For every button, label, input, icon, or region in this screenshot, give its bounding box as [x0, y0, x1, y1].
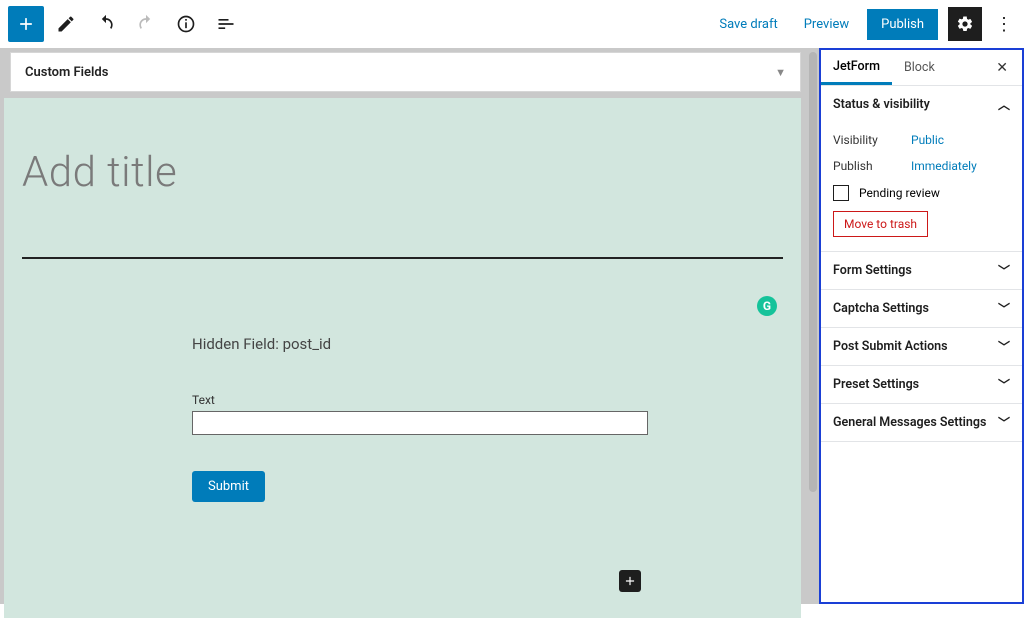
hidden-field-block[interactable]: Hidden Field: post_id [192, 335, 662, 353]
publish-button[interactable]: Publish [867, 9, 938, 40]
add-block-inline-button[interactable] [619, 570, 641, 592]
panel-title: Form Settings [833, 263, 912, 278]
text-field-label: Text [192, 393, 662, 407]
publish-value[interactable]: Immediately [911, 159, 977, 173]
panel-post-submit-actions: Post Submit Actions ﹀ [821, 328, 1022, 366]
custom-fields-bar[interactable]: Custom Fields ▼ [10, 52, 801, 92]
panel-preset-settings: Preset Settings ﹀ [821, 366, 1022, 404]
divider [22, 257, 783, 259]
chevron-down-icon: ﹀ [998, 414, 1010, 431]
visibility-row: Visibility Public [833, 127, 1010, 153]
scrollbar-thumb[interactable] [809, 52, 817, 492]
outline-icon[interactable] [208, 6, 244, 42]
panel-form-settings: Form Settings ﹀ [821, 252, 1022, 290]
info-icon[interactable] [168, 6, 204, 42]
pending-review-label: Pending review [859, 186, 940, 200]
undo-icon[interactable] [88, 6, 124, 42]
scrollbar[interactable] [809, 52, 817, 600]
panel-title: General Messages Settings [833, 415, 986, 430]
tab-jetform[interactable]: JetForm [821, 50, 892, 85]
move-to-trash-button[interactable]: Move to trash [833, 211, 928, 237]
add-block-button[interactable] [8, 6, 44, 42]
panel-title: Preset Settings [833, 377, 919, 392]
title-input[interactable]: Add title [22, 148, 783, 197]
chevron-down-icon: ﹀ [998, 376, 1010, 393]
visibility-label: Visibility [833, 133, 911, 147]
panel-status-visibility-header[interactable]: Status & visibility ︿ [821, 86, 1022, 123]
panel-captcha-settings: Captcha Settings ﹀ [821, 290, 1022, 328]
toolbar-right: Save draft Preview Publish ⋮ [711, 7, 1016, 41]
chevron-down-icon: ﹀ [998, 262, 1010, 279]
redo-icon [128, 6, 164, 42]
panel-title: Status & visibility [833, 97, 930, 112]
chevron-down-icon: ﹀ [998, 338, 1010, 355]
panel-title: Post Submit Actions [833, 339, 948, 354]
publish-row: Publish Immediately [833, 153, 1010, 179]
panel-captcha-settings-header[interactable]: Captcha Settings ﹀ [821, 290, 1022, 327]
publish-label: Publish [833, 159, 911, 173]
save-draft-button[interactable]: Save draft [711, 11, 785, 38]
tab-block[interactable]: Block [892, 50, 947, 85]
chevron-down-icon: ▼ [775, 66, 786, 79]
panel-title: Captcha Settings [833, 301, 929, 316]
text-field-input[interactable] [192, 411, 648, 435]
submit-button[interactable]: Submit [192, 471, 265, 502]
edit-icon[interactable] [48, 6, 84, 42]
chevron-up-icon: ︿ [998, 96, 1010, 113]
pending-review-row: Pending review [833, 179, 1010, 211]
editor-canvas: Add title G Hidden Field: post_id Text S… [4, 98, 801, 618]
close-sidebar-button[interactable]: ✕ [988, 60, 1016, 76]
custom-fields-label: Custom Fields [25, 65, 108, 80]
panel-general-messages-settings-header[interactable]: General Messages Settings ﹀ [821, 404, 1022, 441]
settings-button[interactable] [948, 7, 982, 41]
panel-post-submit-actions-header[interactable]: Post Submit Actions ﹀ [821, 328, 1022, 365]
pending-review-checkbox[interactable] [833, 185, 849, 201]
settings-sidebar: JetForm Block ✕ Status & visibility ︿ Vi… [819, 48, 1024, 604]
preview-button[interactable]: Preview [796, 11, 857, 38]
panel-status-body: Visibility Public Publish Immediately Pe… [821, 123, 1022, 251]
form-preview: Hidden Field: post_id Text Submit [192, 335, 662, 502]
editor-area: Custom Fields ▼ Add title G Hidden Field… [0, 48, 819, 604]
panel-preset-settings-header[interactable]: Preset Settings ﹀ [821, 366, 1022, 403]
sidebar-tabs: JetForm Block ✕ [821, 50, 1022, 86]
top-toolbar: Save draft Preview Publish ⋮ [0, 0, 1024, 48]
panel-general-messages-settings: General Messages Settings ﹀ [821, 404, 1022, 442]
visibility-value[interactable]: Public [911, 133, 944, 147]
more-menu-button[interactable]: ⋮ [992, 14, 1016, 35]
panel-form-settings-header[interactable]: Form Settings ﹀ [821, 252, 1022, 289]
panel-status-visibility: Status & visibility ︿ Visibility Public … [821, 86, 1022, 252]
grammarly-icon[interactable]: G [757, 296, 777, 316]
chevron-down-icon: ﹀ [998, 300, 1010, 317]
toolbar-left [8, 6, 244, 42]
